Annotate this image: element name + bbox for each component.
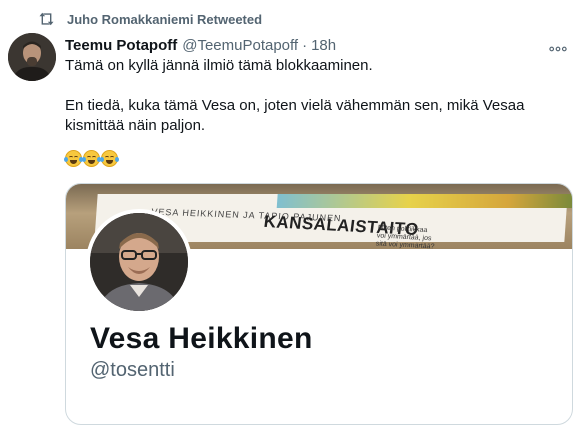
attached-image-card[interactable]: VESA HEIKKINEN JA TAPIO PAJUNEN KANSALAI… [65,183,573,425]
more-options-icon[interactable] [549,39,567,56]
retweet-icon [38,12,55,26]
book-subtitle: Miten politiikkaa voi ymmärtää, jos sitä… [375,224,435,249]
emoji-row [64,150,119,172]
author-avatar[interactable] [8,33,56,81]
tweet-timestamp[interactable]: 18h [311,37,336,54]
tweet-paragraph: Tämä on kyllä jännä ilmiö tämä blokkaami… [65,57,373,74]
face-with-tears-of-joy-icon [82,150,101,167]
tweet-paragraph: En tiedä, kuka tämä Vesa on, joten vielä… [65,97,525,134]
profile-name: Vesa Heikkinen [90,322,313,355]
retweet-indicator[interactable]: Juho Romakkaniemi Retweeted [38,10,262,28]
face-with-tears-of-joy-icon [64,150,83,167]
tweet-text: Tämä on kyllä jännä ilmiö tämä blokkaami… [65,56,570,136]
book-cover-art [276,194,572,208]
profile-handle: @tosentti [90,359,175,381]
separator: · [302,36,308,54]
retweet-label: Juho Romakkaniemi Retweeted [67,11,263,27]
author-handle[interactable]: @TeemuPotapoff [182,37,298,54]
tweet-header: Teemu Potapoff @TeemuPotapoff · 18h [65,35,573,55]
face-with-tears-of-joy-icon [100,150,119,167]
author-name[interactable]: Teemu Potapoff [65,37,177,54]
profile-photo [86,209,192,315]
